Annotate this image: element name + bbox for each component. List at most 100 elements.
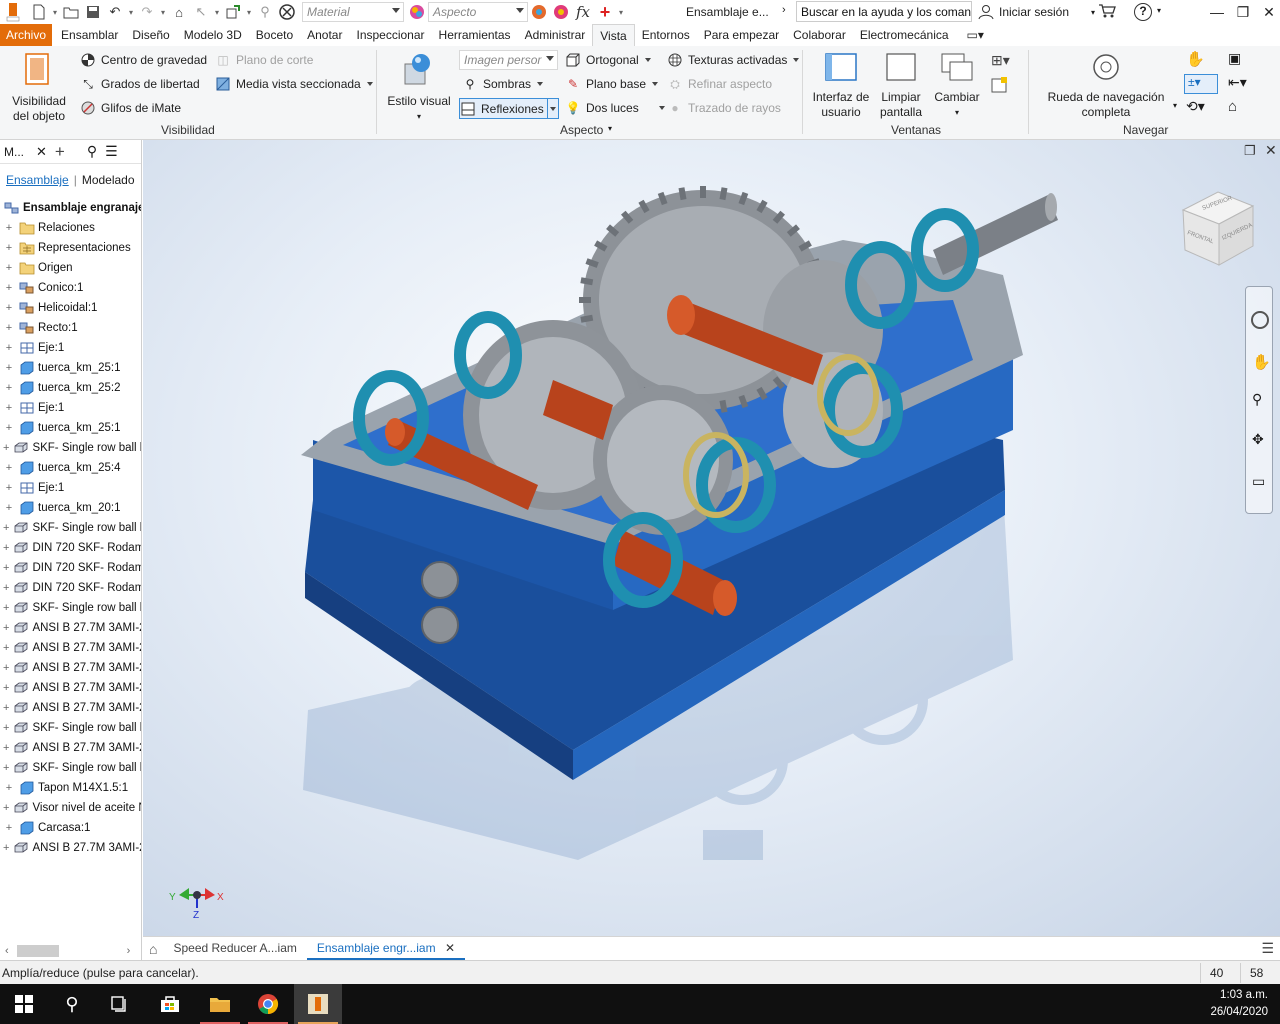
tab-ensamblar[interactable]: Ensamblar: [54, 24, 125, 46]
update-icon[interactable]: [276, 1, 298, 23]
home-navigation-icon[interactable]: ⌂: [1228, 98, 1237, 115]
chrome-icon[interactable]: [244, 984, 292, 1024]
nav-full-wheel-icon[interactable]: [1251, 311, 1269, 329]
expand-icon[interactable]: +: [3, 622, 9, 634]
place-dropdown-caret[interactable]: ▾: [244, 8, 254, 17]
expand-icon[interactable]: +: [3, 382, 15, 394]
nav-orbit-icon[interactable]: ✥: [1252, 431, 1264, 448]
browser-close-icon[interactable]: ✕: [36, 144, 47, 160]
document-tab-close-icon[interactable]: ✕: [445, 941, 455, 955]
expand-icon[interactable]: +: [3, 462, 15, 474]
tab-herramientas[interactable]: Herramientas: [432, 24, 518, 46]
expand-icon[interactable]: +: [3, 262, 15, 274]
browser-tab-modeling[interactable]: Modelado: [82, 173, 135, 187]
open-folder-icon[interactable]: [60, 1, 82, 23]
place-component-icon[interactable]: [222, 1, 244, 23]
home-view-icon[interactable]: ⌂: [168, 1, 190, 23]
tab-archivo[interactable]: Archivo: [0, 24, 53, 46]
tree-item[interactable]: + DIN 720 SKF- Rodami: [0, 538, 141, 558]
browser-add-icon[interactable]: +: [55, 142, 65, 162]
document-tab-speed-reducer[interactable]: Speed Reducer A...iam: [163, 937, 306, 960]
tree-item[interactable]: + Eje:1: [0, 398, 141, 418]
reflections-button[interactable]: Reflexiones: [459, 98, 549, 119]
inventor-icon[interactable]: [294, 984, 342, 1024]
browser-menu-icon[interactable]: ☰: [105, 143, 118, 160]
tree-item[interactable]: + SKF- Single row ball b: [0, 718, 141, 738]
zoom-icon[interactable]: ±▾: [1184, 74, 1218, 94]
tree-item[interactable]: + Representaciones: [0, 238, 141, 258]
help-search-input[interactable]: Buscar en la ayuda y los comandos: [796, 1, 972, 22]
reflections-dropdown[interactable]: [547, 98, 559, 119]
tab-inspeccionar[interactable]: Inspeccionar: [349, 24, 431, 46]
add-icon[interactable]: +: [594, 1, 616, 23]
tab-boceto[interactable]: Boceto: [249, 24, 300, 46]
expand-icon[interactable]: +: [3, 242, 15, 254]
new-dropdown-caret[interactable]: ▾: [50, 8, 60, 17]
tree-item[interactable]: + Tapon M14X1.5:1: [0, 778, 141, 798]
tab-vista[interactable]: Vista: [592, 24, 635, 46]
clear-appearance-icon[interactable]: [550, 1, 572, 23]
tree-item[interactable]: + ANSI B 27.7M 3AMI-2: [0, 738, 141, 758]
expand-icon[interactable]: +: [3, 302, 15, 314]
document-tab-ensamblaje[interactable]: Ensamblaje engr...iam ✕: [306, 937, 466, 960]
help-caret[interactable]: ▾: [1157, 6, 1161, 15]
tree-item[interactable]: + Helicoidal:1: [0, 298, 141, 318]
panel-title-aspecto[interactable]: Aspecto: [560, 123, 603, 137]
undo-icon[interactable]: ↶: [104, 1, 126, 23]
expand-icon[interactable]: +: [3, 362, 15, 374]
two-lights-button[interactable]: 💡 Dos luces: [565, 98, 665, 118]
expand-icon[interactable]: +: [3, 482, 15, 494]
center-of-gravity-button[interactable]: Centro de gravedad: [80, 50, 207, 70]
expand-icon[interactable]: +: [3, 422, 15, 434]
tree-item[interactable]: + Eje:1: [0, 338, 141, 358]
degrees-of-freedom-button[interactable]: ⤡ Grados de libertad: [80, 74, 200, 94]
cart-icon[interactable]: [1098, 3, 1116, 22]
document-tabs-menu-icon[interactable]: ☰: [1261, 940, 1274, 957]
expand-icon[interactable]: +: [3, 702, 9, 714]
expand-icon[interactable]: +: [3, 222, 15, 234]
nav-look-at-icon[interactable]: ▭: [1252, 473, 1265, 490]
expand-icon[interactable]: +: [3, 282, 15, 294]
minimize-button[interactable]: —: [1204, 0, 1230, 24]
section-plane-button[interactable]: ◫ Plano de corte: [215, 50, 313, 70]
expand-icon[interactable]: +: [3, 762, 9, 774]
appearance-combo[interactable]: Aspecto: [428, 2, 528, 22]
full-navigation-wheel-button[interactable]: Rueda de navegación completa: [1036, 52, 1176, 120]
visual-style-button[interactable]: Estilo visual ▾: [384, 52, 454, 124]
tree-item[interactable]: + Carcasa:1: [0, 818, 141, 838]
expand-icon[interactable]: +: [3, 542, 9, 554]
image-style-combo[interactable]: Imagen persor: [459, 50, 558, 70]
tree-item[interactable]: + ANSI B 27.7M 3AMI-2: [0, 618, 141, 638]
tree-item[interactable]: + ANSI B 27.7M 3AMI-2: [0, 698, 141, 718]
tree-item[interactable]: + Eje:1: [0, 478, 141, 498]
browser-search-icon[interactable]: ⚲: [87, 143, 97, 160]
measure-icon[interactable]: ⚲: [254, 1, 276, 23]
tree-item[interactable]: + Visor nivel de aceite N: [0, 798, 141, 818]
tree-item[interactable]: + tuerca_km_20:1: [0, 498, 141, 518]
object-visibility-button[interactable]: Visibilidad del objeto: [6, 52, 72, 124]
customize-quick-access-caret[interactable]: ▾: [616, 8, 626, 17]
tree-item[interactable]: + tuerca_km_25:1: [0, 418, 141, 438]
viewcube[interactable]: SUPERIOR FRONTAL IZQUIERDA: [1181, 191, 1255, 266]
nav-pan-icon[interactable]: ✋: [1252, 353, 1271, 371]
tree-item[interactable]: + ANSI B 27.7M 3AMI-2: [0, 838, 141, 858]
tab-modelo-3d[interactable]: Modelo 3D: [177, 24, 249, 46]
taskbar-clock[interactable]: 1:03 a.m. 26/04/2020: [1210, 987, 1268, 1021]
signin-button[interactable]: Iniciar sesión ▾: [978, 2, 1095, 22]
tree-item[interactable]: + tuerca_km_25:2: [0, 378, 141, 398]
graphics-window[interactable]: SUPERIOR FRONTAL IZQUIERDA X Y Z ✋ ⚲ ✥ ▭…: [143, 140, 1280, 936]
refine-appearance-button[interactable]: ⛭ Refinar aspecto: [667, 74, 772, 94]
navigation-wheel-caret[interactable]: ▾: [1173, 101, 1177, 110]
viewport-close-icon[interactable]: ✕: [1265, 142, 1277, 159]
scroll-right-icon[interactable]: ›: [127, 945, 131, 957]
redo-dropdown-caret[interactable]: ▾: [158, 8, 168, 17]
file-explorer-icon[interactable]: [196, 984, 244, 1024]
close-window-button[interactable]: ✕: [1256, 0, 1280, 24]
user-interface-button[interactable]: Interfaz de usuario: [810, 52, 872, 120]
tree-item[interactable]: + Origen: [0, 258, 141, 278]
look-at-icon[interactable]: ▣: [1228, 50, 1241, 67]
arrange-windows-icon[interactable]: ⊞▾: [991, 52, 1021, 72]
expand-icon[interactable]: +: [3, 842, 9, 854]
expand-icon[interactable]: +: [3, 602, 9, 614]
textures-on-button[interactable]: Texturas activadas: [667, 50, 800, 70]
